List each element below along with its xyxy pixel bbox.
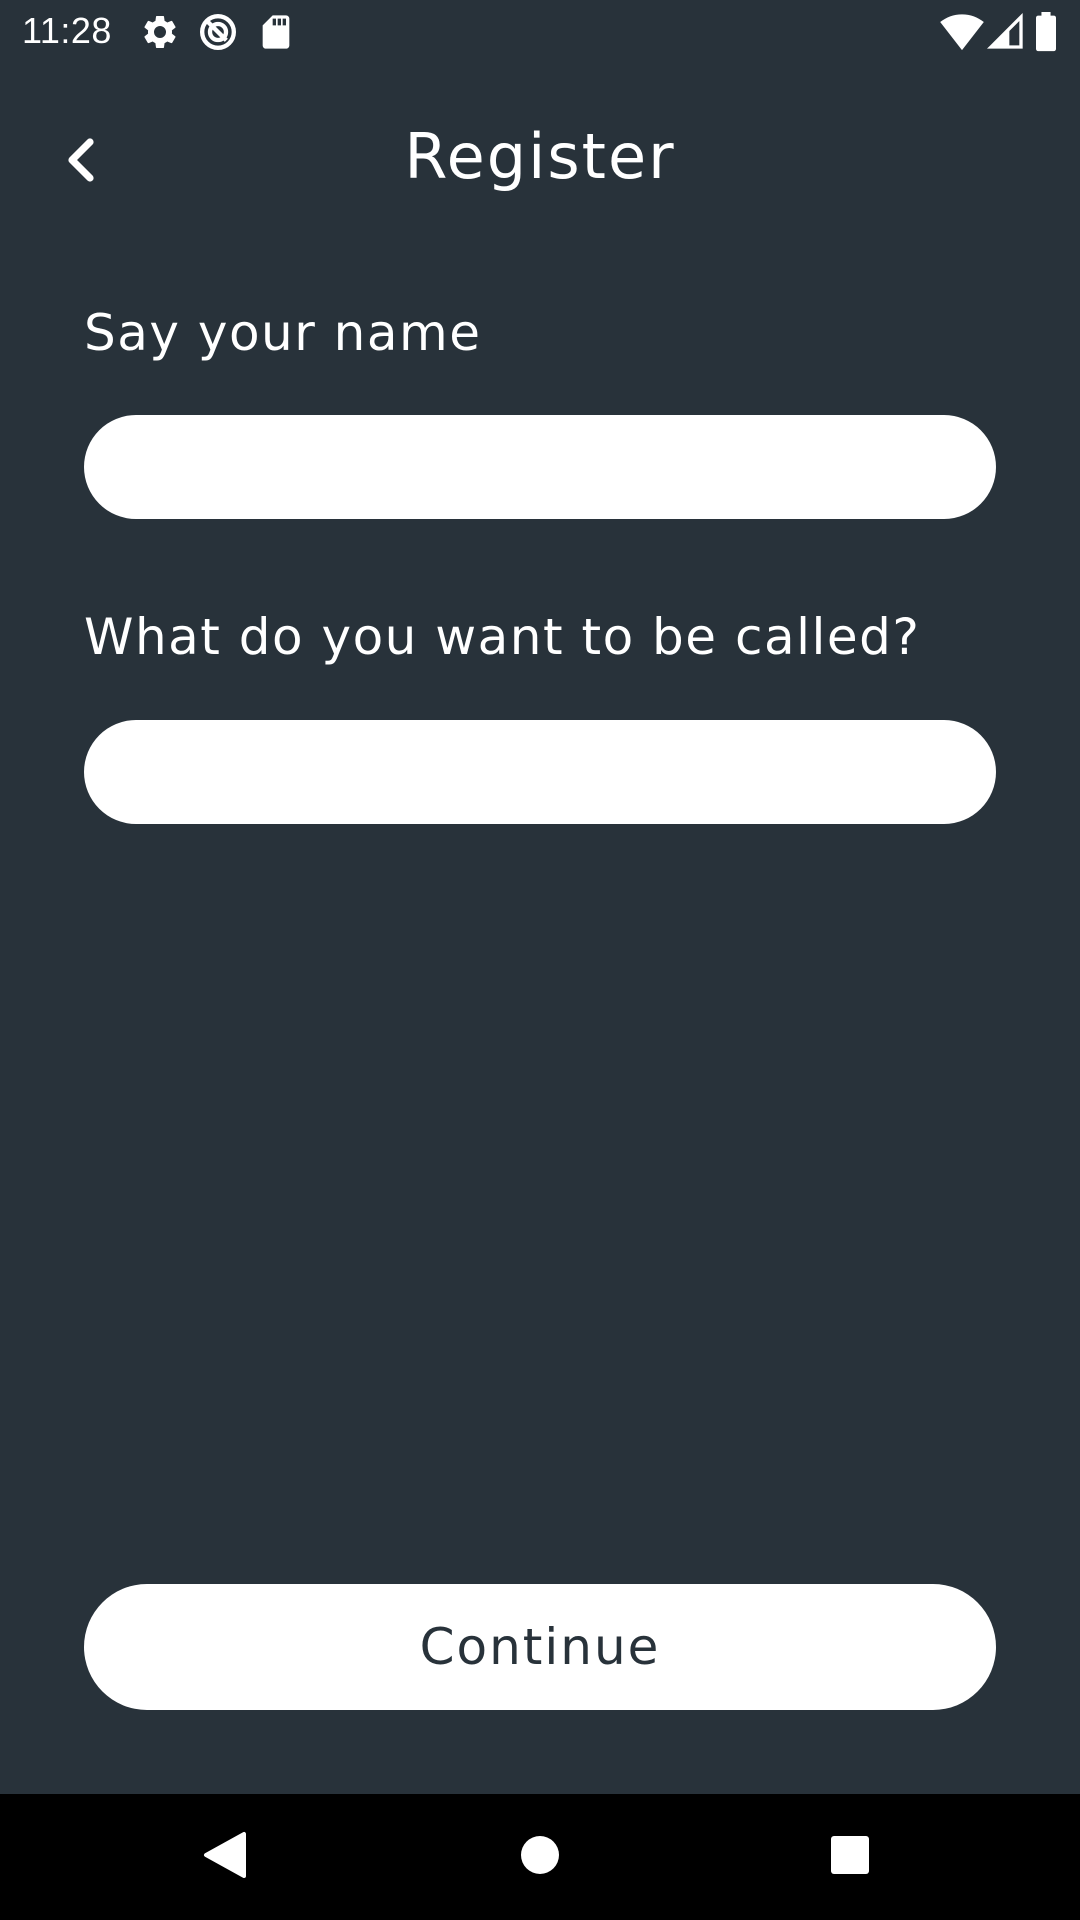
signal-icon [986,12,1026,52]
sd-card-icon [256,12,296,52]
nav-recents-button[interactable] [815,1822,885,1892]
status-time: 11:28 [22,10,112,51]
status-bar: 11:28 [0,0,1080,64]
recents-square-icon [830,1835,870,1879]
back-triangle-icon [202,1830,248,1884]
nickname-input[interactable] [84,720,996,824]
register-screen: 11:28 Register Say your name What do you… [0,0,1080,1920]
nav-home-button[interactable] [505,1822,575,1892]
wifi-icon [940,12,984,52]
nav-back-button[interactable] [190,1822,260,1892]
name-input[interactable] [84,415,996,519]
page-title: Register [404,120,676,193]
name-label: Say your name [84,304,482,362]
sync-icon [198,12,238,52]
settings-icon [140,12,180,52]
battery-icon [1034,12,1060,52]
navigation-bar [0,1794,1080,1920]
home-circle-icon [520,1835,560,1879]
nickname-label: What do you want to be called? [84,608,921,666]
continue-button[interactable]: Continue [84,1584,996,1710]
